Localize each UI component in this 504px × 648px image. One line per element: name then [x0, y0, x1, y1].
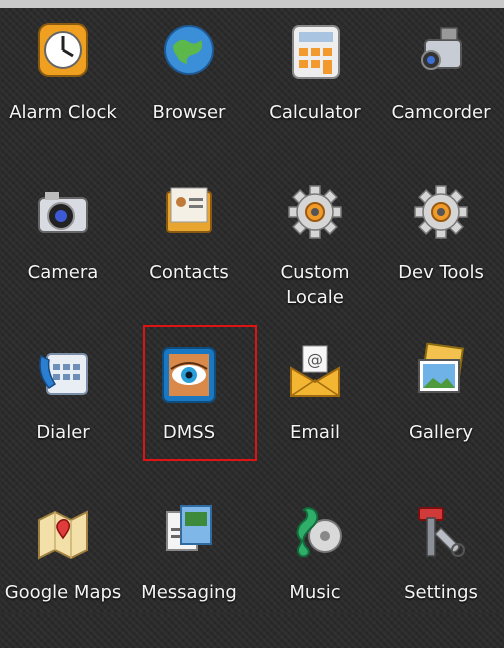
app-camera[interactable]: Camera — [0, 168, 126, 328]
tools-icon — [411, 498, 471, 566]
envelope-icon: @ — [285, 338, 345, 406]
app-label: Custom Locale — [280, 262, 350, 308]
app-camcorder[interactable]: Camcorder — [378, 8, 504, 168]
app-music[interactable]: Music — [252, 488, 378, 648]
app-calculator[interactable]: Calculator — [252, 8, 378, 168]
alarm-clock-icon — [33, 18, 93, 86]
app-messaging[interactable]: Messaging — [126, 488, 252, 648]
music-icon — [285, 498, 345, 566]
app-label: Dev Tools — [398, 262, 484, 283]
camera-icon — [33, 178, 93, 246]
app-label: Music — [289, 582, 341, 603]
app-browser[interactable]: Browser — [126, 8, 252, 168]
app-label: Settings — [404, 582, 478, 603]
app-custom-locale[interactable]: Custom Locale — [252, 168, 378, 328]
app-email[interactable]: @ Email — [252, 328, 378, 488]
globe-icon — [159, 18, 219, 86]
svg-text:@: @ — [307, 350, 323, 369]
eye-icon — [159, 338, 219, 406]
phone-icon — [33, 338, 93, 406]
calculator-icon — [285, 18, 345, 86]
app-label: Camera — [27, 262, 99, 283]
app-label: Alarm Clock — [9, 102, 117, 123]
map-icon — [33, 498, 93, 566]
app-dev-tools[interactable]: Dev Tools — [378, 168, 504, 328]
contacts-icon — [159, 178, 219, 246]
app-label: Google Maps — [4, 582, 122, 603]
app-label: Email — [290, 422, 340, 443]
app-label: Messaging — [141, 582, 237, 603]
gear-icon — [285, 178, 345, 246]
app-label: Contacts — [149, 262, 229, 283]
app-label: Calculator — [269, 102, 361, 123]
app-dmss[interactable]: DMSS — [126, 328, 252, 488]
app-label: Browser — [152, 102, 226, 123]
app-contacts[interactable]: Contacts — [126, 168, 252, 328]
app-dialer[interactable]: Dialer — [0, 328, 126, 488]
app-gallery[interactable]: Gallery — [378, 328, 504, 488]
app-label: Camcorder — [391, 102, 491, 123]
messages-icon — [159, 498, 219, 566]
app-label: Gallery — [408, 422, 474, 443]
app-label: Dialer — [36, 422, 90, 443]
camcorder-icon — [411, 18, 471, 86]
status-bar-edge — [0, 0, 504, 8]
app-drawer-grid: Alarm Clock Browser Calculator Camcorder… — [0, 8, 504, 613]
app-alarm-clock[interactable]: Alarm Clock — [0, 8, 126, 168]
app-settings[interactable]: Settings — [378, 488, 504, 648]
photos-icon — [411, 338, 471, 406]
app-google-maps[interactable]: Google Maps — [0, 488, 126, 648]
gear-icon — [411, 178, 471, 246]
app-label: DMSS — [162, 422, 216, 443]
